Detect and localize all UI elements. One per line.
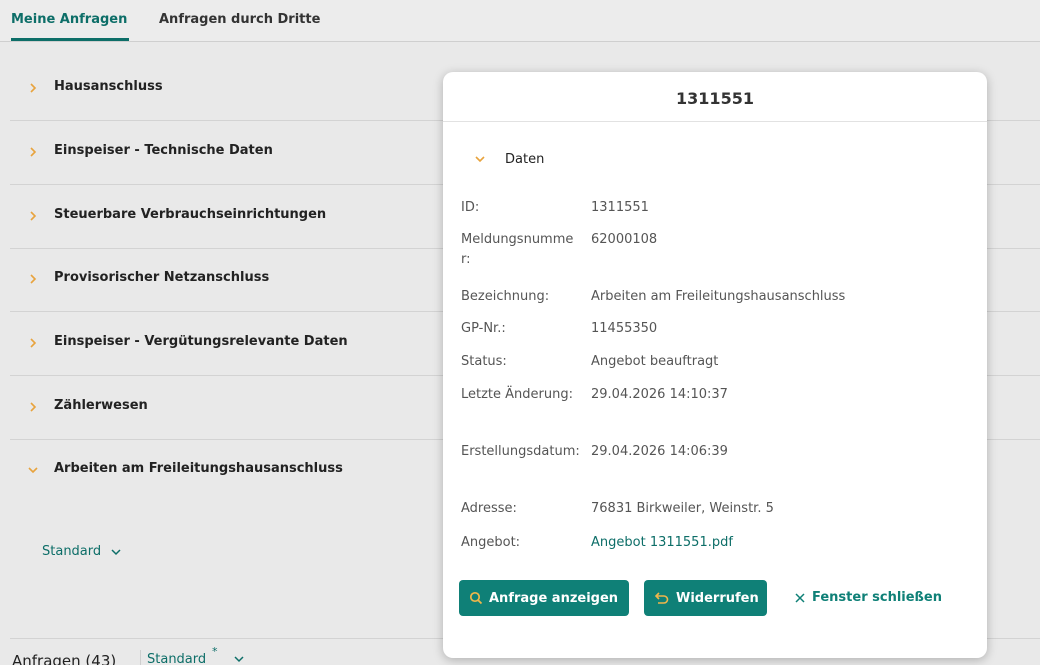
field-value-erstellungsdatum: 29.04.2026 14:06:39 [591, 444, 728, 459]
tab-meine-anfragen[interactable]: Meine Anfragen [11, 12, 127, 27]
accordion-item-label: Arbeiten am Freileitungshausanschluss [54, 461, 343, 476]
chevron-right-icon [30, 147, 37, 157]
field-label-angebot: Angebot: [461, 535, 521, 550]
close-icon [795, 592, 805, 603]
field-value-adresse: 76831 Birkweiler, Weinstr. 5 [591, 501, 774, 516]
tab-bar: Meine Anfragen Anfragen durch Dritte [0, 0, 1040, 42]
view-select[interactable]: Standard [42, 544, 101, 559]
field-label-bezeichnung: Bezeichnung: [461, 289, 550, 304]
search-icon [469, 591, 483, 605]
requests-count-title: Anfragen (43) [12, 652, 117, 665]
chevron-right-icon [30, 338, 37, 348]
show-request-label: Anfrage anzeigen [489, 590, 619, 606]
offer-pdf-link[interactable]: Angebot 1311551.pdf [591, 533, 733, 553]
chevron-right-icon [30, 83, 37, 93]
revoke-label: Widerrufen [676, 590, 759, 606]
chevron-down-icon[interactable] [110, 546, 122, 558]
field-label-adresse: Adresse: [461, 501, 517, 516]
field-value-bezeichnung: Arbeiten am Freileitungshausanschluss [591, 289, 846, 304]
chevron-down-icon[interactable] [233, 654, 245, 664]
revoke-button[interactable]: Widerrufen [644, 580, 767, 616]
chevron-down-icon[interactable] [474, 154, 486, 164]
close-window-link[interactable]: Fenster schließen [795, 590, 942, 605]
section-daten-toggle[interactable]: Daten [505, 152, 544, 167]
field-value-gp-nr: 11455350 [591, 321, 658, 336]
tab-anfragen-durch-dritte[interactable]: Anfragen durch Dritte [159, 12, 320, 27]
accordion-item-label: Zählerwesen [54, 398, 148, 413]
field-value-letzte-aenderung: 29.04.2026 14:10:37 [591, 387, 728, 402]
accordion-item-label: Einspeiser - Vergütungsrelevante Daten [54, 334, 348, 349]
field-label-status: Status: [461, 354, 507, 369]
field-label-meldungsnummer: Meldungsnummer: [461, 232, 574, 267]
show-request-button[interactable]: Anfrage anzeigen [459, 580, 629, 616]
field-value-status: Angebot beauftragt [591, 354, 719, 369]
field-label-letzte-aenderung: Letzte Änderung: [461, 387, 573, 402]
active-tab-indicator [11, 38, 129, 41]
accordion-item-label: Steuerbare Verbrauchseinrichtungen [54, 207, 327, 222]
modified-marker: * [212, 645, 218, 658]
chevron-right-icon [30, 211, 37, 221]
accordion-item-label: Einspeiser - Technische Daten [54, 143, 273, 158]
field-label-gp-nr: GP-Nr.: [461, 321, 506, 336]
separator [140, 650, 141, 665]
dialog-title: 1311551 [676, 89, 754, 108]
field-value-meldungsnummer: 62000108 [591, 232, 658, 247]
chevron-right-icon [30, 402, 37, 412]
variant-select[interactable]: Standard [147, 652, 206, 665]
divider [443, 121, 987, 122]
chevron-right-icon [30, 274, 37, 284]
field-value-id: 1311551 [591, 200, 649, 215]
details-dialog: 1311551 Daten ID: 1311551 Meldungsnummer… [443, 72, 987, 658]
undo-icon [654, 592, 669, 604]
accordion-item-label: Provisorischer Netzanschluss [54, 270, 270, 285]
accordion-item-label: Hausanschluss [54, 79, 163, 94]
close-window-label: Fenster schließen [812, 590, 942, 605]
chevron-down-icon [28, 467, 38, 474]
field-label-id: ID: [461, 200, 480, 215]
field-label-erstellungsdatum: Erstellungsdatum: [461, 444, 580, 459]
